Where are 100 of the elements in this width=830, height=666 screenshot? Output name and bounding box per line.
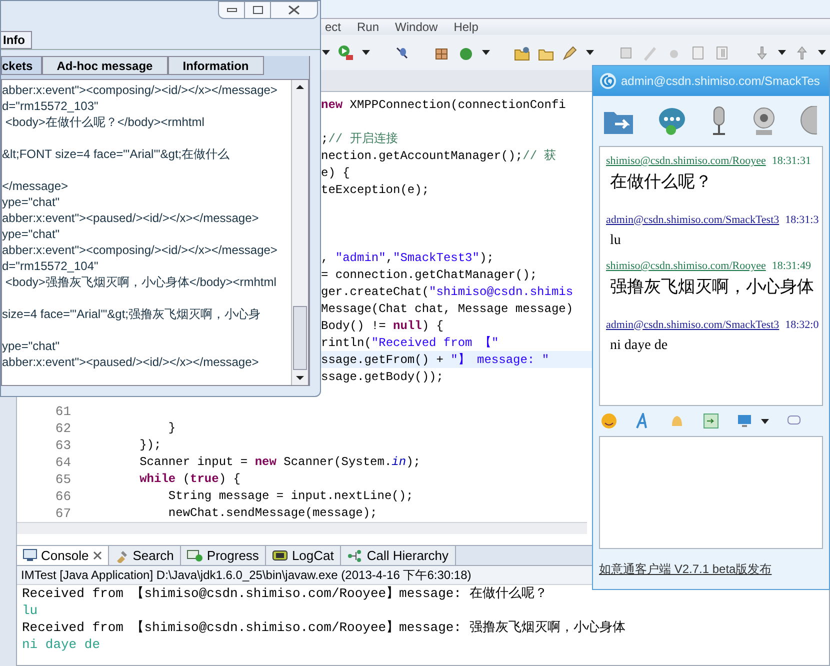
scrollbar-thumb[interactable]: [293, 306, 307, 370]
code-line: e) {: [321, 164, 350, 182]
speech-bubble-icon[interactable]: [787, 415, 801, 427]
packet-text: ype="chat": [2, 194, 61, 210]
folder-icon[interactable]: [514, 44, 530, 60]
code-line: Scanner input = new Scanner(System.in);: [138, 454, 420, 470]
code-line: ssage.getFrom() + "】 message: ": [321, 352, 550, 368]
sender-link[interactable]: shimiso@csdn.shimiso.com/Rooyee: [606, 153, 766, 170]
message-input[interactable]: [599, 436, 823, 549]
code-line: newChat.sendMessage(message);: [167, 504, 378, 522]
caret-icon[interactable]: [778, 50, 786, 55]
run-icon[interactable]: [338, 44, 354, 60]
code-line: }: [167, 420, 176, 436]
message-time: 18:31:3: [785, 212, 819, 228]
panel-tab[interactable]: Progress: [180, 546, 266, 565]
console-line: lu: [22, 602, 39, 619]
caret-icon[interactable]: [482, 50, 490, 55]
code-line: ger.createChat("shimiso@csdn.shimis: [321, 284, 574, 300]
code-line: });: [138, 436, 162, 454]
packet-text: abber:x:event"><composing/><id/></x></message>: [2, 82, 278, 98]
chat-bubble-icon[interactable]: [657, 106, 687, 136]
caret-icon[interactable]: [322, 50, 330, 55]
panel-tab[interactable]: Call Hierarchy: [340, 546, 456, 565]
panel-tab[interactable]: LogCat: [266, 546, 341, 565]
crossed-pin-icon[interactable]: [394, 44, 410, 60]
sender-link[interactable]: admin@csdn.shimiso.com/SmackTest3: [606, 316, 780, 333]
packet-text: abber:x:event"><paused/><id/></x></message>: [2, 210, 260, 226]
code-line: nection.getAccountManager();// 获: [321, 148, 556, 164]
picture-icon[interactable]: [703, 413, 719, 429]
tab[interactable]: Info: [1, 31, 32, 49]
sender-link[interactable]: shimiso@csdn.shimiso.com/Rooyee: [606, 258, 766, 274]
close-icon: [288, 5, 300, 15]
panel-tab[interactable]: Console: [17, 546, 109, 565]
console-line: Received from 【shimiso@csdn.shimiso.com/Rooyee】message: 在做什么呢？: [22, 585, 548, 602]
code-line: Message(Chat chat, Message message): [321, 300, 574, 318]
tab[interactable]: Ad-hoc message: [42, 56, 168, 75]
tab[interactable]: ckets: [1, 56, 42, 75]
code-line: Body() != null) {: [321, 318, 444, 334]
packet-text: &lt;FONT size=4 face="'Arial'"&gt;在做什么: [2, 146, 231, 163]
caret-icon[interactable]: [586, 50, 594, 55]
sender-link[interactable]: admin@csdn.shimiso.com/SmackTest3: [606, 212, 780, 228]
packet-text: size=4 face="'Arial'"&gt;强撸灰飞烟灭啊，小心身: [2, 306, 262, 323]
message-text: 强撸灰飞烟灭啊，小心身体: [609, 276, 815, 298]
progress-icon[interactable]: [186, 549, 203, 562]
tab[interactable]: Information: [168, 56, 264, 75]
console-line: ni daye de: [22, 636, 102, 653]
code-line: teException(e);: [321, 182, 430, 198]
vertical-scrollbar[interactable]: [291, 80, 308, 385]
monitor-icon[interactable]: [737, 413, 753, 429]
panel-tab[interactable]: Search: [108, 546, 181, 565]
code-line: ;// 开启连接: [321, 130, 398, 148]
message-text: ni daye de: [609, 337, 669, 355]
message-time: 18:32:0: [785, 318, 819, 332]
caret-icon[interactable]: [818, 50, 826, 55]
code-line: ssage.getBody());: [321, 368, 444, 386]
horizontal-scrollbar[interactable]: [17, 522, 587, 534]
line-number: 63: [55, 437, 71, 453]
code-line: , "admin","SmackTest3");: [321, 250, 494, 266]
packet-text: </message>: [2, 178, 70, 194]
line-number: 67: [55, 505, 71, 521]
line-number: 64: [55, 454, 71, 470]
code-line: String message = input.nextLine();: [167, 488, 414, 504]
code-line: rintln("Received from 【": [321, 334, 499, 352]
console-icon[interactable]: [23, 549, 37, 562]
packet-text: d="rm15572_104": [2, 258, 100, 274]
packet-text: <body>强撸灰飞烟灭啊，小心身体</body><rmhtml: [4, 274, 278, 291]
packet-text: d="rm15572_103": [2, 98, 100, 114]
caret-icon[interactable]: [362, 50, 370, 55]
window-title: admin@csdn.shimiso.com/SmackTes: [621, 73, 820, 90]
packet-text: ype="chat": [2, 226, 61, 242]
packet-text: abber:x:event"><paused/><id/></x></message>: [2, 354, 260, 370]
code-line: new XMPPConnection(connectionConfi: [321, 96, 566, 114]
line-number: 61: [55, 403, 71, 419]
menu-item[interactable]: Window: [395, 18, 438, 36]
message-text: 在做什么呢？: [609, 170, 713, 192]
line-number: 66: [55, 488, 71, 504]
hierarchy-icon[interactable]: [346, 548, 363, 562]
pen-icon[interactable]: [562, 44, 578, 60]
up-arrow-icon[interactable]: [794, 44, 810, 60]
line-number: 65: [55, 471, 71, 487]
menu-item[interactable]: Run: [357, 18, 380, 36]
menu-item[interactable]: ect: [325, 18, 342, 36]
close-icon[interactable]: [92, 551, 102, 560]
flashlight-icon[interactable]: [114, 548, 129, 562]
line-number: 62: [55, 420, 71, 436]
packet-text: ype="chat": [2, 338, 61, 354]
message-text: lu: [609, 232, 622, 250]
spiral-logo-icon: [599, 72, 617, 90]
code-line: while (true) {: [138, 470, 240, 488]
message-time: 18:31:31: [772, 154, 811, 169]
packet-text: abber:x:event"><composing/><id/></x></message>: [2, 242, 278, 258]
logcat-icon[interactable]: [272, 549, 288, 562]
code-line: = connection.getChatManager();: [321, 266, 538, 284]
message-time: 18:31:49: [772, 259, 811, 274]
caret-icon[interactable]: [761, 418, 769, 424]
down-arrow-icon[interactable]: [754, 44, 770, 60]
packet-text: <body>在做什么呢？</body><rmhtml: [4, 114, 206, 131]
smiley-icon[interactable]: [601, 413, 617, 429]
menu-item[interactable]: Help: [454, 18, 478, 36]
webcam-icon[interactable]: [751, 106, 777, 136]
